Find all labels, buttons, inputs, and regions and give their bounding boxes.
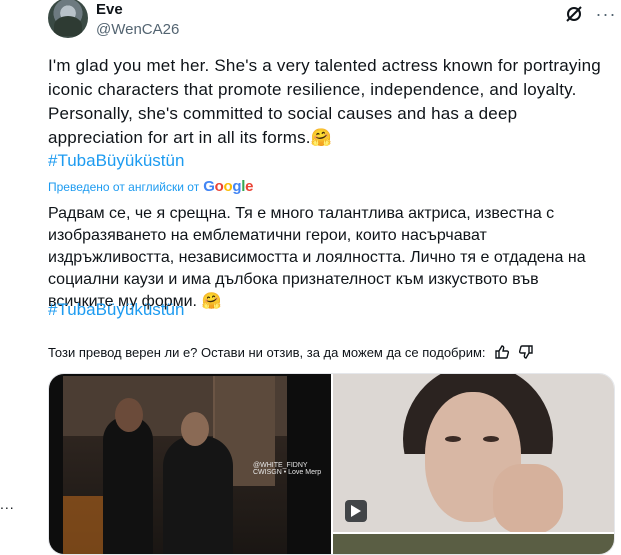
- sidebar-more-icon[interactable]: ...: [0, 496, 15, 512]
- photo-thumbnail-2[interactable]: [333, 534, 614, 554]
- grok-icon[interactable]: [564, 4, 584, 24]
- more-icon[interactable]: ···: [596, 4, 616, 24]
- translation-feedback: Този превод верен ли е? Остави ни отзив,…: [48, 344, 534, 360]
- thumbs-down-icon[interactable]: [518, 344, 534, 360]
- feedback-prompt: Този превод верен ли е? Остави ни отзив,…: [48, 344, 486, 360]
- translated-text: Радвам се, че я срещна. Тя е много талан…: [48, 205, 586, 310]
- play-icon[interactable]: [345, 500, 367, 522]
- author-name[interactable]: Eve: [96, 1, 123, 18]
- photo-thumbnail[interactable]: [333, 374, 614, 532]
- translation-label: Преведено от английски от: [48, 179, 200, 194]
- author-handle[interactable]: @WenCA26: [96, 21, 179, 38]
- tweet-text: I'm glad you met her. She's a very talen…: [48, 56, 601, 147]
- google-logo: Google: [203, 178, 254, 195]
- translation-attribution: Преведено от английски от Google: [48, 178, 253, 195]
- media-grid: [48, 373, 615, 555]
- hashtag-link[interactable]: #TubaBüyüküstün: [48, 150, 184, 172]
- video-watermark: @WHITE_FIDNY CWISGN • Love Merp: [253, 462, 322, 476]
- translated-hashtag-link[interactable]: #TubaBüyüküstün: [48, 299, 184, 321]
- avatar[interactable]: [48, 0, 88, 38]
- thumbs-up-icon[interactable]: [494, 344, 510, 360]
